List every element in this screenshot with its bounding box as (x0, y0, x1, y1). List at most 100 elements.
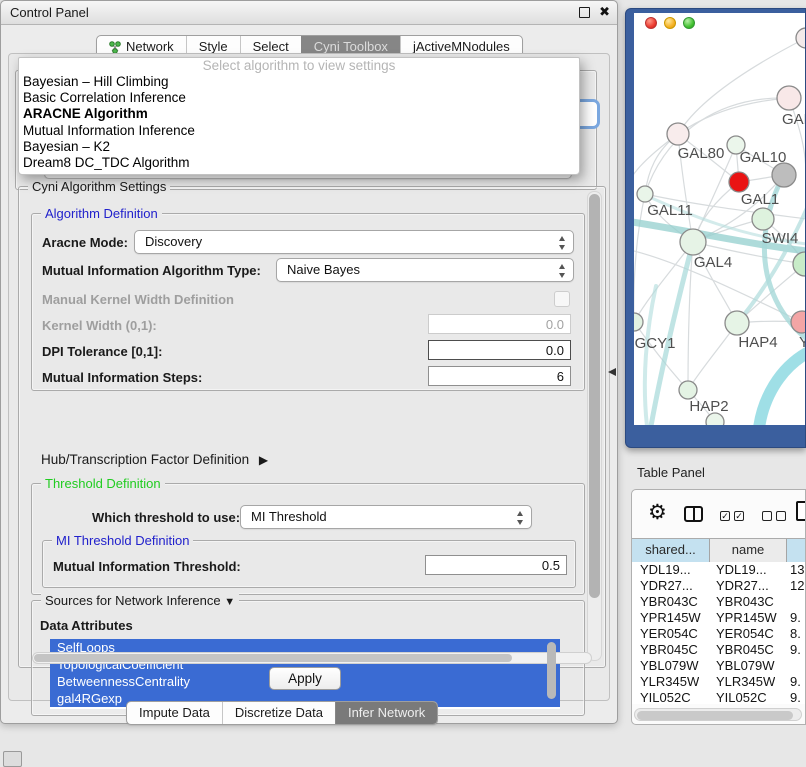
checked-checkbox-icon[interactable]: ✓ (720, 511, 730, 521)
table-cell: YBL079W (640, 658, 699, 674)
network-canvas[interactable]: GALGAL80GAL10GAL1GAL11SWI4GAL4GCY1HAP4YH… (634, 13, 805, 425)
manual-kernel-width-checkbox[interactable] (554, 291, 570, 307)
popup-item[interactable]: Dream8 DC_TDC Algorithm (19, 155, 579, 171)
kernel-width-field[interactable]: 0.0 (428, 314, 571, 334)
table-row[interactable]: YDL19...YDL19...13 (632, 562, 806, 578)
settings-vertical-scrollbar-thumb[interactable] (589, 194, 600, 598)
network-node[interactable] (752, 208, 774, 230)
table-row[interactable]: YPR145W YPR145W 9. (632, 610, 806, 626)
network-node[interactable] (680, 229, 706, 255)
split-columns-icon[interactable] (684, 506, 703, 522)
network-edge-thick (759, 353, 805, 425)
network-node-label: GAL (782, 111, 805, 128)
sources-legend[interactable]: Sources for Network Inference ▼ (41, 593, 239, 608)
table-row[interactable]: YER054CYER054C8. (632, 626, 806, 642)
table-row[interactable]: YBR045CYBR045C9. (632, 642, 806, 658)
algorithm-definition-group: Algorithm Definition Aracne Mode: Discov… (31, 213, 585, 391)
popup-item[interactable]: Bayesian – K2 (19, 139, 579, 155)
network-node-label: Y (799, 334, 805, 351)
table-header-cell[interactable]: shared... (632, 539, 710, 562)
dock-chip[interactable] (3, 751, 22, 767)
hub-definition-toggle[interactable]: Hub/Transcription Factor Definition ▶ (41, 452, 268, 467)
bottom-tab-discretize-data[interactable]: Discretize Data (222, 702, 335, 724)
table-cell: YIL052C (716, 690, 767, 704)
settings-vertical-scrollbar[interactable] (587, 191, 602, 661)
table-cell: 8. (790, 626, 801, 642)
aracne-mode-label: Aracne Mode: (42, 235, 128, 250)
dpi-tolerance-field[interactable]: 0.0 (428, 340, 571, 360)
unchecked-checkbox-icon[interactable] (776, 511, 786, 521)
table-cell: YDR27... (716, 578, 769, 594)
popup-item[interactable]: ARACNE Algorithm (19, 106, 579, 122)
network-node[interactable] (667, 123, 689, 145)
network-edge (678, 98, 789, 134)
table-cell: YPR145W (640, 610, 701, 626)
network-node[interactable] (634, 313, 643, 331)
network-node[interactable] (637, 186, 653, 202)
apply-button[interactable]: Apply (269, 667, 341, 690)
network-node[interactable] (796, 28, 805, 48)
network-node[interactable] (777, 86, 801, 110)
network-node-label: GAL4 (694, 254, 732, 271)
mi-steps-label: Mutual Information Steps: (42, 370, 202, 385)
kernel-width-label: Kernel Width (0,1): (42, 318, 157, 333)
table-header-cell[interactable]: name (710, 539, 787, 562)
sources-legend-label: Sources for Network Inference (45, 593, 221, 608)
table-cell: YPR145W (716, 610, 777, 626)
table-horizontal-scrollbar-thumb[interactable] (637, 711, 793, 720)
mi-threshold-field[interactable]: 0.5 (425, 555, 567, 575)
mi-steps-field[interactable]: 6 (428, 366, 571, 386)
settings-horizontal-scrollbar[interactable] (32, 652, 592, 664)
bottom-tab-infer-network[interactable]: Infer Network (335, 702, 437, 724)
dpi-tolerance-label: DPI Tolerance [0,1]: (42, 344, 162, 359)
unchecked-checkbox-icon[interactable] (762, 511, 772, 521)
file-icon[interactable] (796, 501, 806, 521)
popup-placeholder: Select algorithm to view settings (19, 58, 579, 74)
settings-horizontal-scrollbar-thumb[interactable] (34, 654, 512, 662)
network-node[interactable] (725, 311, 749, 335)
network-node[interactable] (791, 311, 805, 333)
control-panel-title: Control Panel (10, 5, 89, 20)
network-node[interactable] (772, 163, 796, 187)
control-panel-titlebar: Control Panel ✖ (1, 1, 617, 25)
table-row[interactable]: YBR043CYBR043C (632, 594, 806, 610)
attribute-list-scrollbar-thumb[interactable] (547, 642, 556, 699)
bottom-tab-label: Impute Data (139, 702, 210, 724)
network-icon (109, 41, 121, 54)
bottom-tab-label: Infer Network (348, 702, 425, 724)
table-cell: YBR045C (640, 642, 698, 658)
table-header-cell[interactable]: A (787, 539, 806, 562)
popup-item[interactable]: Bayesian – Hill Climbing (19, 74, 579, 90)
bottom-tabbar: Impute Data Discretize Data Infer Network (126, 701, 438, 725)
table-row[interactable]: YBL079W YBL079W (632, 658, 806, 674)
network-graph: GALGAL80GAL10GAL1GAL11SWI4GAL4GCY1HAP4YH… (634, 13, 805, 425)
network-view-window[interactable]: GALGAL80GAL10GAL1GAL11SWI4GAL4GCY1HAP4YH… (625, 8, 806, 448)
bottom-tab-impute-data[interactable]: Impute Data (127, 702, 222, 724)
table-header: shared...nameA (632, 538, 806, 563)
table-row[interactable]: YLR345WYLR345W9. (632, 674, 806, 690)
table-panel-window: ⚙ ✓ ✓ shared...nameA YDL19...YDL19...13Y… (631, 489, 806, 725)
mi-algorithm-type-combo[interactable]: Naive Bayes (276, 258, 574, 282)
table-cell: YBL079W (716, 658, 775, 674)
table-cell: YER054C (640, 626, 698, 642)
gear-icon[interactable]: ⚙ (648, 503, 667, 523)
close-icon[interactable]: ✖ (599, 4, 610, 20)
checked-checkbox-icon[interactable]: ✓ (734, 511, 744, 521)
which-threshold-combo[interactable]: MI Threshold (240, 505, 532, 529)
popup-item[interactable]: Mutual Information Inference (19, 123, 579, 139)
aracne-mode-combo[interactable]: Discovery (134, 230, 574, 254)
table-cell: 9. (790, 610, 801, 626)
aracne-mode-value: Discovery (145, 234, 202, 249)
combo-spinner-icon (559, 235, 566, 251)
table-row[interactable]: YIL052CYIL052C9. (632, 690, 806, 704)
popup-item[interactable]: Basic Correlation Inference (19, 90, 579, 106)
network-node-label: HAP4 (738, 334, 777, 351)
network-node-label: GAL10 (740, 149, 787, 166)
network-node-label: HAP2 (689, 398, 728, 415)
table-horizontal-scrollbar[interactable] (634, 708, 802, 721)
network-node[interactable] (679, 381, 697, 399)
float-window-icon[interactable] (579, 7, 590, 18)
threshold-definition-group: Threshold Definition Which threshold to … (31, 483, 585, 595)
network-node[interactable] (729, 172, 749, 192)
table-row[interactable]: YDR27...YDR27...12 (632, 578, 806, 594)
